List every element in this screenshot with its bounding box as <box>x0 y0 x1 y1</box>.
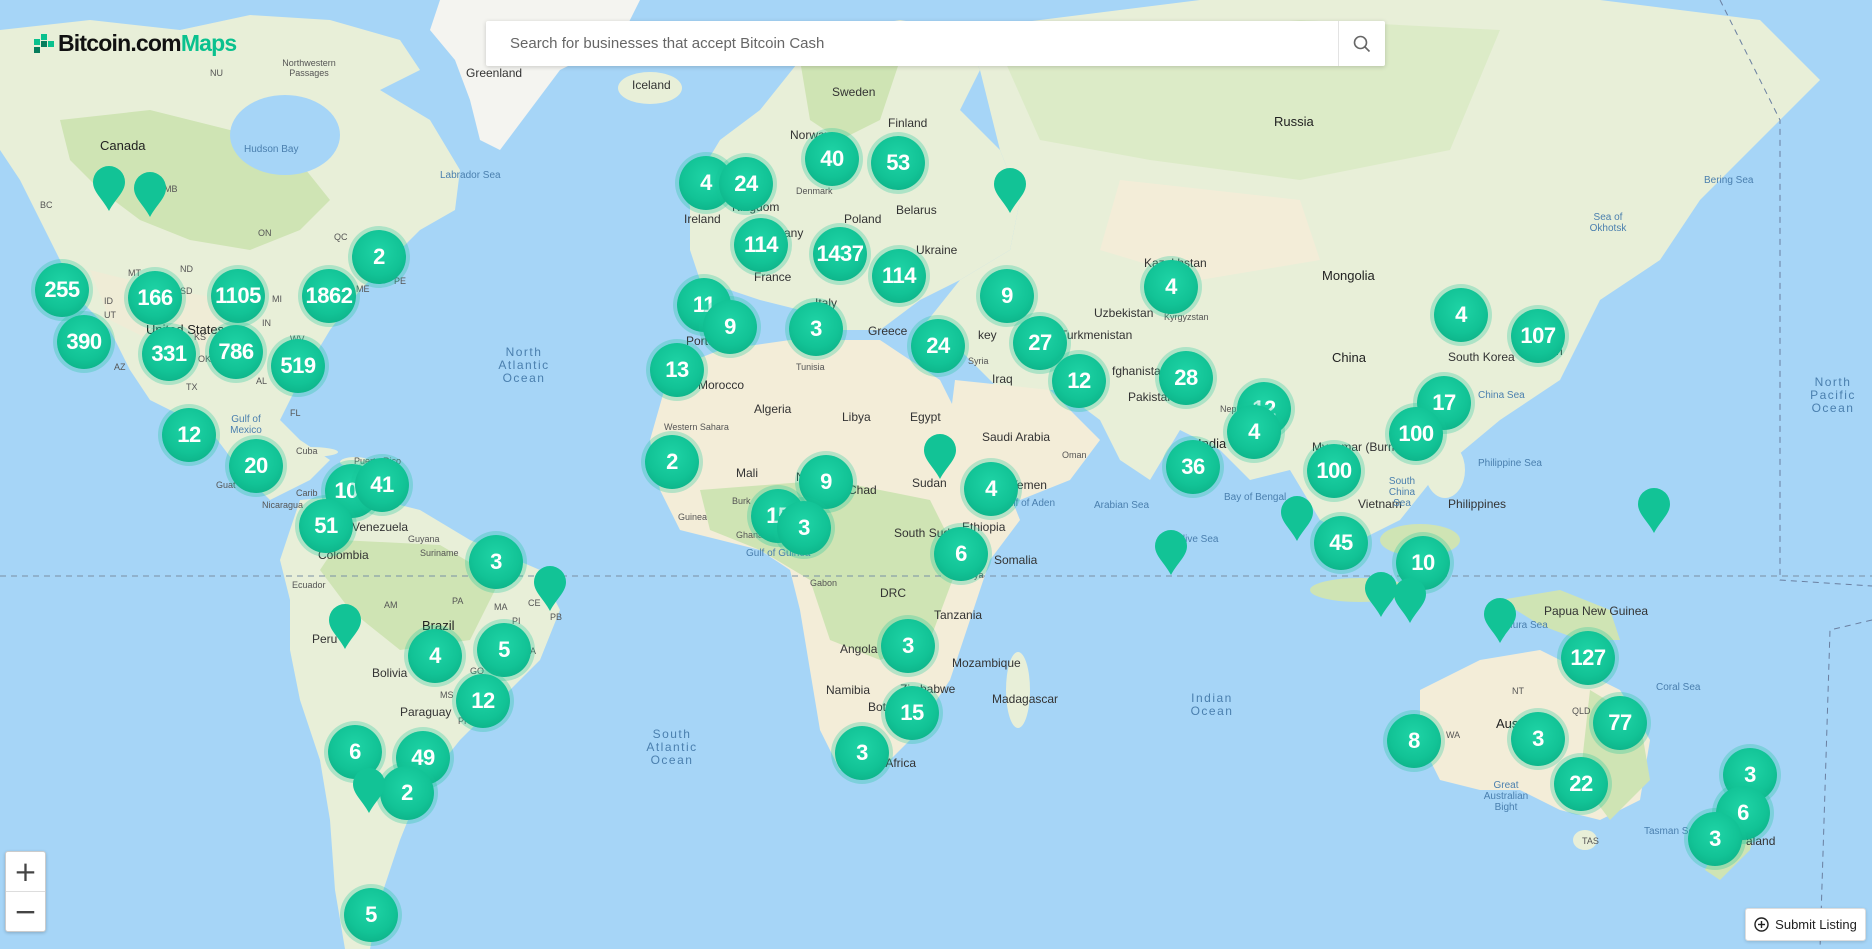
cluster-marker[interactable]: 331 <box>142 327 196 381</box>
brand-name-part2: Maps <box>180 30 237 56</box>
cluster-marker[interactable]: 3 <box>881 619 935 673</box>
pin-marker[interactable] <box>133 172 167 218</box>
cluster-marker[interactable]: 22 <box>1554 757 1608 811</box>
cluster-marker[interactable]: 114 <box>872 249 926 303</box>
cluster-marker[interactable]: 24 <box>911 319 965 373</box>
logo-icon <box>34 33 54 54</box>
cluster-marker[interactable]: 77 <box>1593 696 1647 750</box>
search-button[interactable] <box>1338 21 1385 66</box>
cluster-marker[interactable]: 166 <box>128 271 182 325</box>
cluster-marker[interactable]: 1437 <box>813 227 867 281</box>
cluster-marker[interactable]: 3 <box>777 501 831 555</box>
cluster-marker[interactable]: 9 <box>980 269 1034 323</box>
cluster-marker[interactable]: 4 <box>1227 405 1281 459</box>
brand-name: Bitcoin.comMaps <box>58 30 237 57</box>
cluster-marker[interactable]: 107 <box>1511 309 1565 363</box>
plus-circle-icon <box>1754 917 1769 932</box>
cluster-marker[interactable]: 786 <box>209 325 263 379</box>
pin-marker[interactable] <box>1483 598 1517 644</box>
cluster-marker[interactable]: 2 <box>380 766 434 820</box>
search-icon <box>1353 35 1371 52</box>
cluster-marker[interactable]: 390 <box>57 315 111 369</box>
cluster-marker[interactable]: 3 <box>1511 712 1565 766</box>
pin-marker[interactable] <box>352 768 386 814</box>
cluster-marker[interactable]: 15 <box>885 686 939 740</box>
cluster-marker[interactable]: 114 <box>734 218 788 272</box>
brand-logo[interactable]: Bitcoin.comMaps <box>34 30 237 57</box>
cluster-marker[interactable]: 4 <box>408 629 462 683</box>
cluster-marker[interactable]: 127 <box>1561 631 1615 685</box>
map[interactable]: Canada United States Greenland Iceland N… <box>0 0 1872 949</box>
pin-marker[interactable] <box>1280 496 1314 542</box>
cluster-marker[interactable]: 1862 <box>302 269 356 323</box>
cluster-marker[interactable]: 8 <box>1387 714 1441 768</box>
search-bar <box>486 21 1385 66</box>
brand-name-part1: Bitcoin.com <box>58 30 182 56</box>
submit-listing-label: Submit Listing <box>1775 917 1857 932</box>
cluster-marker[interactable]: 45 <box>1314 516 1368 570</box>
cluster-marker[interactable]: 100 <box>1389 407 1443 461</box>
cluster-marker[interactable]: 3 <box>789 302 843 356</box>
pin-marker[interactable] <box>923 434 957 480</box>
cluster-marker[interactable]: 1105 <box>211 269 265 323</box>
pin-marker[interactable] <box>1637 488 1671 534</box>
pin-marker[interactable] <box>328 604 362 650</box>
cluster-marker[interactable]: 12 <box>162 408 216 462</box>
search-input[interactable] <box>486 22 1338 65</box>
cluster-marker[interactable]: 255 <box>35 263 89 317</box>
zoom-in-button[interactable]: + <box>6 852 45 891</box>
cluster-marker[interactable]: 28 <box>1159 351 1213 405</box>
cluster-marker[interactable]: 20 <box>229 439 283 493</box>
pin-marker[interactable] <box>1154 530 1188 576</box>
cluster-marker[interactable]: 519 <box>271 339 325 393</box>
zoom-controls: + − <box>5 851 46 932</box>
cluster-marker[interactable]: 5 <box>344 888 398 942</box>
cluster-marker[interactable]: 53 <box>871 136 925 190</box>
cluster-marker[interactable]: 4 <box>1144 260 1198 314</box>
cluster-marker[interactable]: 9 <box>703 300 757 354</box>
cluster-marker[interactable]: 3 <box>835 726 889 780</box>
cluster-marker[interactable]: 5 <box>477 623 531 677</box>
cluster-marker[interactable]: 51 <box>299 499 353 553</box>
cluster-marker[interactable]: 40 <box>805 132 859 186</box>
cluster-marker[interactable]: 100 <box>1307 444 1361 498</box>
cluster-marker[interactable]: 12 <box>1052 354 1106 408</box>
cluster-marker[interactable]: 6 <box>934 527 988 581</box>
cluster-marker[interactable]: 13 <box>650 343 704 397</box>
pin-marker[interactable] <box>533 566 567 612</box>
cluster-marker[interactable]: 4 <box>964 462 1018 516</box>
pin-marker[interactable] <box>92 166 126 212</box>
cluster-marker[interactable]: 41 <box>355 458 409 512</box>
cluster-marker[interactable]: 12 <box>456 674 510 728</box>
cluster-marker[interactable]: 3 <box>1688 812 1742 866</box>
cluster-marker[interactable]: 3 <box>469 535 523 589</box>
zoom-out-button[interactable]: − <box>6 891 45 931</box>
submit-listing-button[interactable]: Submit Listing <box>1745 908 1866 941</box>
pin-marker[interactable] <box>993 168 1027 214</box>
cluster-marker[interactable]: 2 <box>645 435 699 489</box>
cluster-marker[interactable]: 2 <box>352 230 406 284</box>
cluster-marker[interactable]: 4 <box>1434 288 1488 342</box>
pin-marker[interactable] <box>1393 578 1427 624</box>
cluster-marker[interactable]: 36 <box>1166 440 1220 494</box>
cluster-marker[interactable]: 24 <box>719 157 773 211</box>
